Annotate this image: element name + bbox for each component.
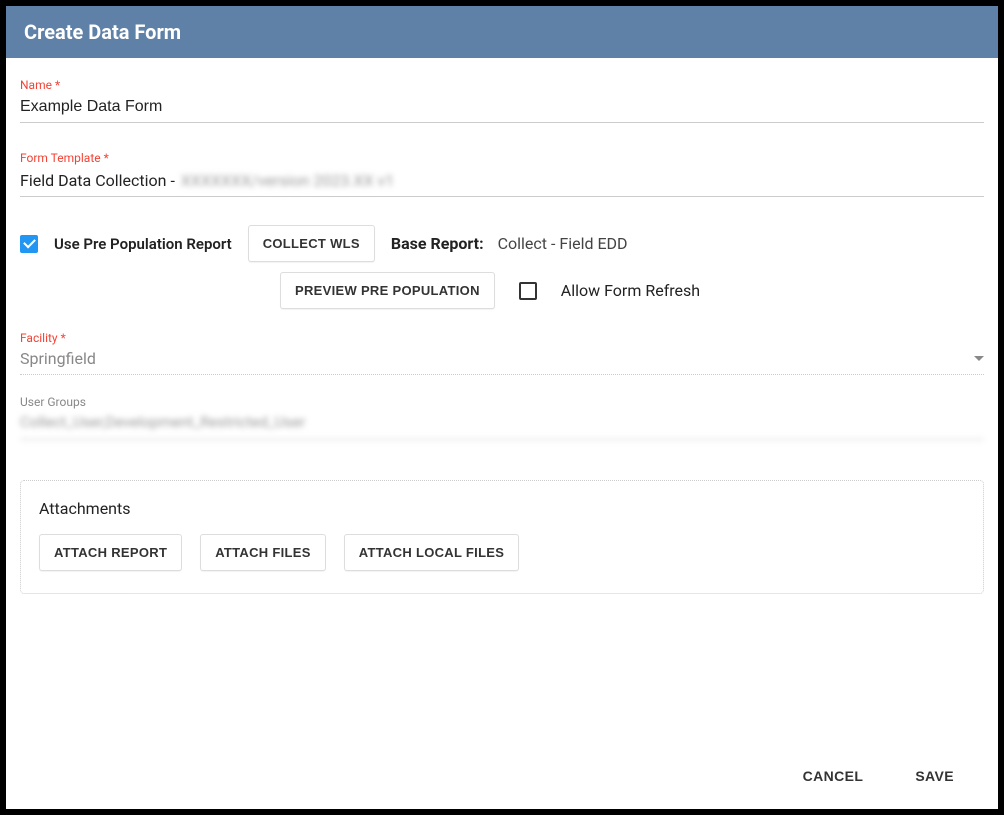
base-report-label: Base Report:: [391, 234, 484, 253]
form-template-label: Form Template *: [20, 151, 984, 165]
name-label: Name *: [20, 78, 984, 92]
name-input[interactable]: [20, 94, 984, 123]
cancel-button[interactable]: CANCEL: [797, 767, 870, 785]
allow-refresh-label: Allow Form Refresh: [561, 281, 700, 300]
facility-label: Facility *: [20, 331, 984, 345]
prepop-row: Use Pre Population Report COLLECT WLS Ba…: [20, 225, 984, 262]
attachments-panel: Attachments ATTACH REPORT ATTACH FILES A…: [20, 480, 984, 594]
preview-prepop-button[interactable]: PREVIEW PRE POPULATION: [280, 272, 495, 309]
attachments-heading: Attachments: [39, 499, 965, 518]
facility-field: Facility * Springfield: [20, 331, 984, 375]
dialog-body: Name * Form Template * Field Data Collec…: [6, 58, 998, 749]
dialog-footer: CANCEL SAVE: [6, 749, 998, 809]
user-groups-value[interactable]: Collect_User,Development_Restricted_User: [20, 411, 984, 440]
chevron-down-icon: [974, 356, 984, 361]
facility-select[interactable]: Springfield: [20, 347, 984, 375]
dialog-title: Create Data Form: [6, 6, 998, 58]
create-data-form-dialog: Create Data Form Name * Form Template * …: [6, 6, 998, 809]
base-report-value: Collect - Field EDD: [498, 234, 628, 253]
attachments-buttons: ATTACH REPORT ATTACH FILES ATTACH LOCAL …: [39, 534, 965, 571]
form-template-prefix: Field Data Collection -: [20, 171, 175, 190]
name-field: Name *: [20, 78, 984, 123]
use-prepop-label: Use Pre Population Report: [54, 235, 232, 253]
base-report: Base Report: Collect - Field EDD: [391, 234, 628, 253]
form-template-input[interactable]: Field Data Collection - XXXXXXX/version …: [20, 167, 984, 197]
prepop-row-2: PREVIEW PRE POPULATION Allow Form Refres…: [20, 272, 984, 309]
form-template-obscured: XXXXXXX/version 2023.XX v1: [181, 171, 394, 190]
user-groups-label: User Groups: [20, 395, 984, 409]
user-groups-field: User Groups Collect_User,Development_Res…: [20, 395, 984, 440]
attach-files-button[interactable]: ATTACH FILES: [200, 534, 326, 571]
attach-report-button[interactable]: ATTACH REPORT: [39, 534, 182, 571]
save-button[interactable]: SAVE: [909, 767, 960, 785]
facility-value: Springfield: [20, 349, 96, 368]
form-template-field: Form Template * Field Data Collection - …: [20, 151, 984, 197]
collect-wls-button[interactable]: COLLECT WLS: [248, 225, 375, 262]
use-prepop-checkbox[interactable]: [20, 235, 38, 253]
allow-refresh-checkbox[interactable]: [519, 282, 537, 300]
attach-local-files-button[interactable]: ATTACH LOCAL FILES: [344, 534, 520, 571]
